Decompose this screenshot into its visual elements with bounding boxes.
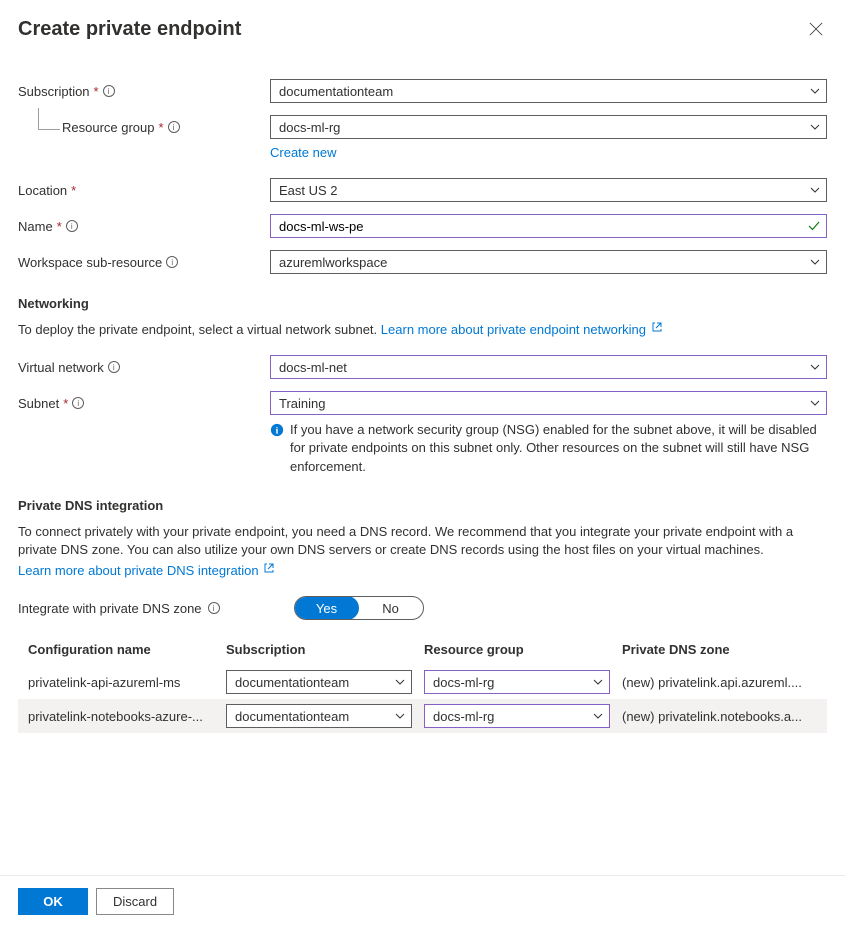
dns-toggle-no[interactable]: No — [358, 597, 423, 619]
external-link-icon — [264, 563, 274, 573]
required-indicator: * — [71, 183, 76, 198]
subnet-value: Training — [279, 396, 325, 411]
location-label: Location — [18, 183, 67, 198]
location-dropdown[interactable]: East US 2 — [270, 178, 827, 202]
table-row: privatelink-api-azureml-ms documentation… — [18, 665, 827, 699]
chevron-down-icon — [395, 679, 405, 685]
dns-toggle-label: Integrate with private DNS zone — [18, 601, 202, 616]
row-subscription-value: documentationteam — [235, 709, 349, 724]
resource-group-dropdown[interactable]: docs-ml-rg — [270, 115, 827, 139]
info-icon[interactable]: i — [103, 85, 115, 97]
config-name-cell: privatelink-api-azureml-ms — [28, 675, 226, 690]
config-name-cell: privatelink-notebooks-azure-... — [28, 709, 226, 724]
table-row: privatelink-notebooks-azure-... document… — [18, 699, 827, 733]
row-subscription-dropdown[interactable]: documentationteam — [226, 670, 412, 694]
table-header-config-name: Configuration name — [28, 642, 226, 657]
row-resource-group-dropdown[interactable]: docs-ml-rg — [424, 704, 610, 728]
close-button[interactable] — [809, 22, 825, 38]
chevron-down-icon — [395, 713, 405, 719]
name-input[interactable] — [270, 214, 827, 238]
row-resource-group-value: docs-ml-rg — [433, 675, 494, 690]
subscription-value: documentationteam — [279, 84, 393, 99]
info-icon[interactable]: i — [166, 256, 178, 268]
virtual-network-label: Virtual network — [18, 360, 104, 375]
chevron-down-icon — [593, 679, 603, 685]
chevron-down-icon — [810, 88, 820, 94]
dns-learn-more-link[interactable]: Learn more about private DNS integration — [18, 563, 274, 578]
chevron-down-icon — [810, 364, 820, 370]
workspace-sub-resource-label: Workspace sub-resource — [18, 255, 162, 270]
external-link-icon — [652, 322, 662, 332]
create-new-link[interactable]: Create new — [270, 145, 336, 160]
required-indicator: * — [63, 396, 68, 411]
info-icon[interactable]: i — [108, 361, 120, 373]
info-icon[interactable]: i — [208, 602, 220, 614]
dns-config-table: Configuration name Subscription Resource… — [18, 636, 827, 733]
row-subscription-value: documentationteam — [235, 675, 349, 690]
required-indicator: * — [159, 120, 164, 135]
networking-heading: Networking — [18, 296, 827, 311]
dns-zone-cell: (new) privatelink.api.azureml.... — [622, 675, 827, 690]
discard-button[interactable]: Discard — [96, 888, 174, 915]
subscription-label: Subscription — [18, 84, 90, 99]
resource-group-value: docs-ml-rg — [279, 120, 340, 135]
table-header-resource-group: Resource group — [424, 642, 622, 657]
required-indicator: * — [57, 219, 62, 234]
chevron-down-icon — [810, 259, 820, 265]
row-resource-group-value: docs-ml-rg — [433, 709, 494, 724]
virtual-network-dropdown[interactable]: docs-ml-net — [270, 355, 827, 379]
dns-toggle[interactable]: Yes No — [294, 596, 424, 620]
info-circle-icon: i — [270, 423, 284, 437]
subnet-label: Subnet — [18, 396, 59, 411]
info-icon[interactable]: i — [66, 220, 78, 232]
svg-text:i: i — [276, 426, 279, 437]
row-subscription-dropdown[interactable]: documentationteam — [226, 704, 412, 728]
subscription-dropdown[interactable]: documentationteam — [270, 79, 827, 103]
dns-description: To connect privately with your private e… — [18, 524, 793, 557]
chevron-down-icon — [593, 713, 603, 719]
chevron-down-icon — [810, 187, 820, 193]
check-icon — [807, 219, 821, 233]
workspace-sub-resource-dropdown[interactable]: azuremlworkspace — [270, 250, 827, 274]
table-header-subscription: Subscription — [226, 642, 424, 657]
workspace-sub-resource-value: azuremlworkspace — [279, 255, 387, 270]
info-icon[interactable]: i — [168, 121, 180, 133]
dns-zone-cell: (new) privatelink.notebooks.a... — [622, 709, 827, 724]
ok-button[interactable]: OK — [18, 888, 88, 915]
nsg-info-text: If you have a network security group (NS… — [290, 421, 827, 476]
location-value: East US 2 — [279, 183, 338, 198]
virtual-network-value: docs-ml-net — [279, 360, 347, 375]
name-label: Name — [18, 219, 53, 234]
close-icon — [809, 22, 823, 36]
info-icon[interactable]: i — [72, 397, 84, 409]
row-resource-group-dropdown[interactable]: docs-ml-rg — [424, 670, 610, 694]
networking-learn-more-text: Learn more about private endpoint networ… — [381, 322, 646, 337]
required-indicator: * — [94, 84, 99, 99]
page-title: Create private endpoint — [18, 18, 241, 41]
dns-learn-more-text: Learn more about private DNS integration — [18, 563, 259, 578]
chevron-down-icon — [810, 124, 820, 130]
subnet-dropdown[interactable]: Training — [270, 391, 827, 415]
table-header-dns-zone: Private DNS zone — [622, 642, 827, 657]
networking-learn-more-link[interactable]: Learn more about private endpoint networ… — [381, 322, 662, 337]
resource-group-label: Resource group — [62, 120, 155, 135]
networking-description: To deploy the private endpoint, select a… — [18, 322, 377, 337]
dns-heading: Private DNS integration — [18, 498, 827, 513]
chevron-down-icon — [810, 400, 820, 406]
dns-toggle-yes[interactable]: Yes — [294, 596, 359, 620]
